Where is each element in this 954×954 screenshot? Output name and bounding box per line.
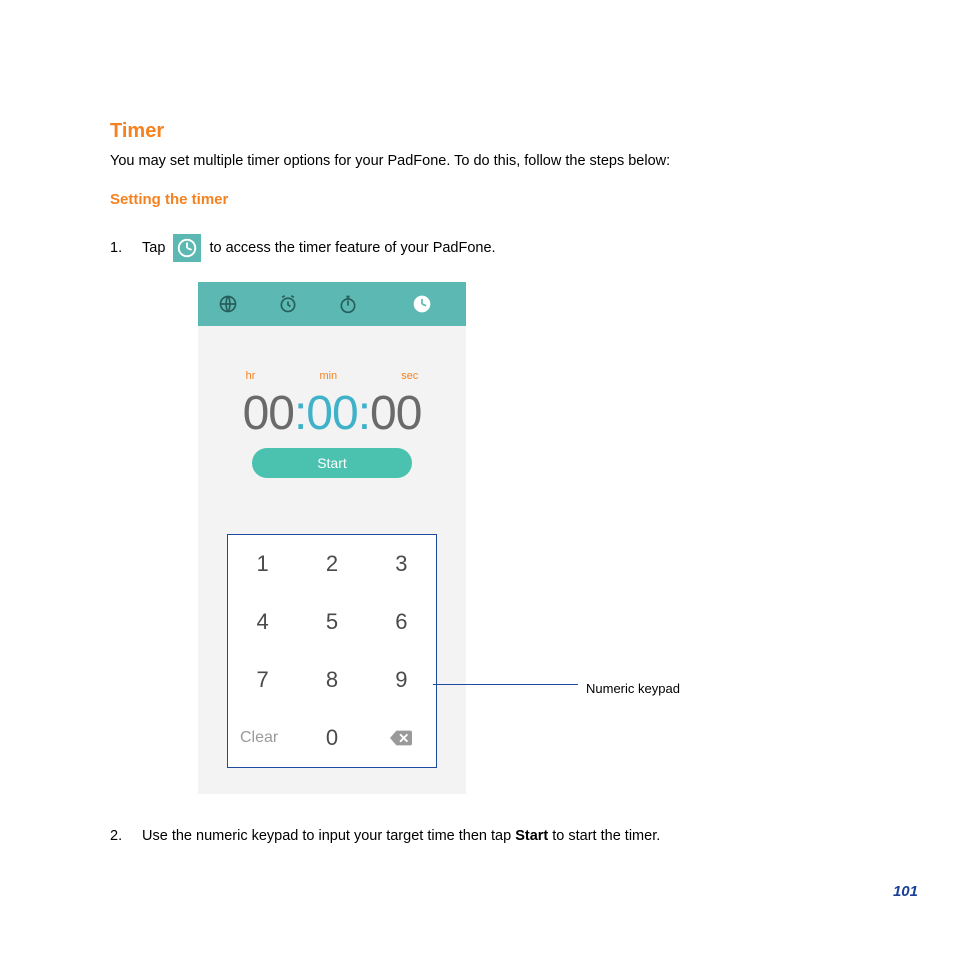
label-sec: sec bbox=[401, 362, 418, 390]
intro-text: You may set multiple timer options for y… bbox=[110, 153, 894, 169]
phone-screenshot: hr min sec 00:00:00 Start 1 2 bbox=[198, 282, 466, 794]
alarm-icon bbox=[278, 294, 298, 314]
subsection-title: Setting the timer bbox=[110, 191, 894, 208]
key-0[interactable]: 0 bbox=[297, 709, 366, 767]
time-value[interactable]: 00:00:00 bbox=[208, 390, 456, 438]
label-min: min bbox=[319, 362, 337, 390]
time-minutes: 00 bbox=[306, 387, 357, 440]
time-seconds: 00 bbox=[370, 387, 421, 440]
key-5[interactable]: 5 bbox=[297, 593, 366, 651]
callout-label: Numeric keypad bbox=[586, 675, 680, 703]
tab-world-clock[interactable] bbox=[198, 282, 258, 326]
tab-timer[interactable] bbox=[378, 282, 466, 326]
key-6[interactable]: 6 bbox=[367, 593, 436, 651]
step2-text-after: to start the timer. bbox=[548, 828, 660, 844]
key-backspace[interactable] bbox=[367, 709, 436, 767]
globe-icon bbox=[218, 294, 238, 314]
key-8[interactable]: 8 bbox=[297, 651, 366, 709]
tab-alarm[interactable] bbox=[258, 282, 318, 326]
tab-stopwatch[interactable] bbox=[318, 282, 378, 326]
time-hours: 00 bbox=[243, 387, 294, 440]
key-clear[interactable]: Clear bbox=[228, 709, 297, 767]
key-3[interactable]: 3 bbox=[367, 535, 436, 593]
callout-line bbox=[433, 684, 578, 685]
step-1: Tap to access the timer feature of your … bbox=[110, 234, 894, 794]
step1-text-after: to access the timer feature of your PadF… bbox=[209, 240, 495, 256]
page-number: 101 bbox=[893, 883, 918, 900]
label-hr: hr bbox=[246, 362, 256, 390]
key-7[interactable]: 7 bbox=[228, 651, 297, 709]
key-9[interactable]: 9 bbox=[367, 651, 436, 709]
step2-bold: Start bbox=[515, 828, 548, 844]
timer-display: hr min sec 00:00:00 Start bbox=[198, 326, 466, 488]
figure: hr min sec 00:00:00 Start 1 2 bbox=[198, 282, 898, 794]
timer-tab-icon bbox=[412, 294, 432, 314]
key-1[interactable]: 1 bbox=[228, 535, 297, 593]
start-button[interactable]: Start bbox=[252, 448, 412, 478]
key-4[interactable]: 4 bbox=[228, 593, 297, 651]
backspace-icon bbox=[390, 730, 412, 746]
step-2: Use the numeric keypad to input your tar… bbox=[110, 822, 894, 850]
section-title: Timer bbox=[110, 120, 894, 143]
stopwatch-icon bbox=[338, 294, 358, 314]
key-2[interactable]: 2 bbox=[297, 535, 366, 593]
step2-text-before: Use the numeric keypad to input your tar… bbox=[142, 828, 515, 844]
numeric-keypad: 1 2 3 4 5 6 7 8 9 Clear 0 bbox=[227, 534, 437, 768]
timer-icon bbox=[173, 234, 201, 262]
tab-bar bbox=[198, 282, 466, 326]
step1-text-before: Tap bbox=[142, 240, 169, 256]
